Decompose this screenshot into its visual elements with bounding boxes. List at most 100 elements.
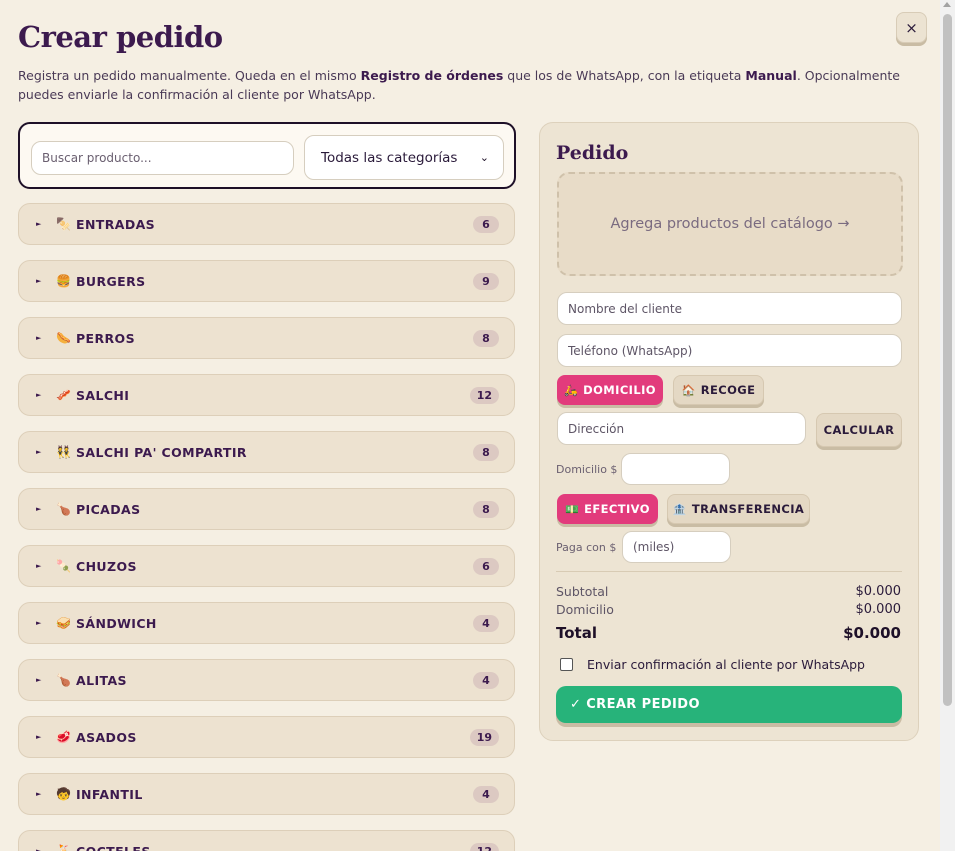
house-icon: 🏠 — [681, 383, 696, 397]
category-icon: 🥪 — [56, 616, 71, 630]
category-select-value: Todas las categorías — [321, 149, 458, 166]
category-count-badge: 12 — [469, 842, 499, 851]
expand-triangle-icon: ► — [36, 448, 42, 456]
category-icon: 🥩 — [56, 730, 71, 744]
category-count-badge: 4 — [473, 785, 499, 803]
category-count-badge: 4 — [473, 671, 499, 689]
summary-divider — [556, 571, 902, 572]
scroll-up-icon[interactable] — [943, 2, 951, 7]
transfer-button-label: TRANSFERENCIA — [691, 502, 805, 516]
pays-with-input[interactable] — [622, 531, 731, 563]
delivery-button[interactable]: 🛵 DOMICILIO — [557, 375, 663, 405]
chevron-down-icon: ⌄ — [479, 151, 489, 164]
whatsapp-confirm-label: Enviar confirmación al cliente por Whats… — [587, 657, 865, 672]
order-panel: Pedido Agrega productos del catálogo → 🛵… — [539, 122, 919, 741]
customer-phone-input[interactable] — [557, 334, 902, 367]
category-row[interactable]: ► 🍡 CHUZOS 6 — [18, 545, 515, 587]
order-title: Pedido — [556, 142, 629, 164]
expand-triangle-icon: ► — [36, 562, 42, 570]
category-icon: 🍹 — [56, 844, 71, 851]
category-row[interactable]: ► 🌭 PERROS 8 — [18, 317, 515, 359]
category-row[interactable]: ► 👯 SALCHI PA' COMPARTIR 8 — [18, 431, 515, 473]
category-icon: 🧒 — [56, 787, 71, 801]
transfer-button[interactable]: 🏦 TRANSFERENCIA — [667, 494, 810, 524]
pickup-button[interactable]: 🏠 RECOGE — [673, 375, 764, 405]
expand-triangle-icon: ► — [36, 505, 42, 513]
delivery-fee-label: Domicilio $ — [556, 463, 618, 476]
scrollbar[interactable] — [940, 0, 955, 851]
category-count-badge: 8 — [473, 443, 499, 461]
cash-button[interactable]: 💵 EFECTIVO — [557, 494, 658, 524]
category-select[interactable]: Todas las categorías ⌄ — [304, 135, 504, 180]
category-row[interactable]: ► 🍔 BURGERS 9 — [18, 260, 515, 302]
empty-cart-dropzone: Agrega productos del catálogo → — [557, 172, 903, 276]
cash-icon: 💵 — [565, 502, 580, 516]
pickup-button-label: RECOGE — [700, 383, 756, 397]
category-icon: 🍡 — [56, 559, 71, 573]
category-row[interactable]: ► 🥪 SÁNDWICH 4 — [18, 602, 515, 644]
category-label: PERROS — [76, 330, 135, 346]
close-button[interactable]: × — [896, 12, 927, 43]
scooter-icon: 🛵 — [564, 383, 579, 397]
expand-triangle-icon: ► — [36, 619, 42, 627]
category-icon: 🍗 — [56, 502, 71, 516]
expand-triangle-icon: ► — [36, 676, 42, 684]
expand-triangle-icon: ► — [36, 220, 42, 228]
category-row[interactable]: ► 🍢 ENTRADAS 6 — [18, 203, 515, 245]
category-label: BURGERS — [76, 273, 146, 289]
category-label: COCTELES — [76, 843, 151, 851]
bank-icon: 🏦 — [672, 502, 687, 516]
pays-with-label: Paga con $ — [556, 541, 617, 554]
address-input[interactable] — [557, 412, 806, 445]
category-icon: 🍗 — [56, 673, 71, 687]
category-row[interactable]: ► 🥩 ASADOS 19 — [18, 716, 515, 758]
category-count-badge: 8 — [473, 500, 499, 518]
delivery-fee-input[interactable] — [621, 453, 730, 485]
search-input[interactable] — [31, 141, 294, 175]
delivery-summary-value: $0.000 — [855, 602, 902, 617]
category-icon: 🍔 — [56, 274, 71, 288]
category-count-badge: 12 — [469, 386, 499, 404]
category-count-badge: 9 — [473, 272, 499, 290]
category-icon: 🌭 — [56, 331, 71, 345]
expand-triangle-icon: ► — [36, 334, 42, 342]
category-icon: 🥓 — [56, 388, 71, 402]
page-description: Registra un pedido manualmente. Queda en… — [18, 68, 900, 102]
category-count-badge: 8 — [473, 329, 499, 347]
cash-button-label: EFECTIVO — [584, 502, 650, 516]
scrollbar-thumb[interactable] — [943, 14, 952, 706]
expand-triangle-icon: ► — [36, 733, 42, 741]
expand-triangle-icon: ► — [36, 847, 42, 851]
category-row[interactable]: ► 🍹 COCTELES 12 — [18, 830, 515, 851]
total-value: $0.000 — [843, 624, 901, 642]
catalog-filter-bar: Todas las categorías ⌄ — [18, 122, 516, 189]
category-row[interactable]: ► 🍗 ALITAS 4 — [18, 659, 515, 701]
create-order-modal: × Crear pedido Registra un pedido manual… — [0, 0, 940, 851]
category-row[interactable]: ► 🍗 PICADAS 8 — [18, 488, 515, 530]
category-icon: 🍢 — [56, 217, 71, 231]
whatsapp-confirm-row: Enviar confirmación al cliente por Whats… — [560, 657, 865, 672]
category-label: PICADAS — [76, 501, 141, 517]
delivery-button-label: DOMICILIO — [583, 383, 656, 397]
create-order-button[interactable]: ✓ CREAR PEDIDO — [556, 686, 902, 723]
category-label: CHUZOS — [76, 558, 137, 574]
subtotal-label: Subtotal — [556, 584, 609, 599]
category-label: SALCHI — [76, 387, 130, 403]
page-title: Crear pedido — [18, 20, 223, 54]
whatsapp-confirm-checkbox[interactable] — [560, 658, 573, 671]
category-count-badge: 6 — [473, 215, 499, 233]
category-label: SALCHI PA' COMPARTIR — [76, 444, 247, 460]
category-count-badge: 19 — [469, 728, 499, 746]
expand-triangle-icon: ► — [36, 790, 42, 798]
subtotal-value: $0.000 — [855, 584, 902, 599]
category-count-badge: 6 — [473, 557, 499, 575]
customer-name-input[interactable] — [557, 292, 902, 325]
category-count-badge: 4 — [473, 614, 499, 632]
category-label: ASADOS — [76, 729, 137, 745]
category-row[interactable]: ► 🧒 INFANTIL 4 — [18, 773, 515, 815]
category-label: SÁNDWICH — [76, 615, 157, 631]
expand-triangle-icon: ► — [36, 277, 42, 285]
category-row[interactable]: ► 🥓 SALCHI 12 — [18, 374, 515, 416]
calculate-button[interactable]: CALCULAR — [816, 413, 902, 447]
category-icon: 👯 — [56, 445, 71, 459]
